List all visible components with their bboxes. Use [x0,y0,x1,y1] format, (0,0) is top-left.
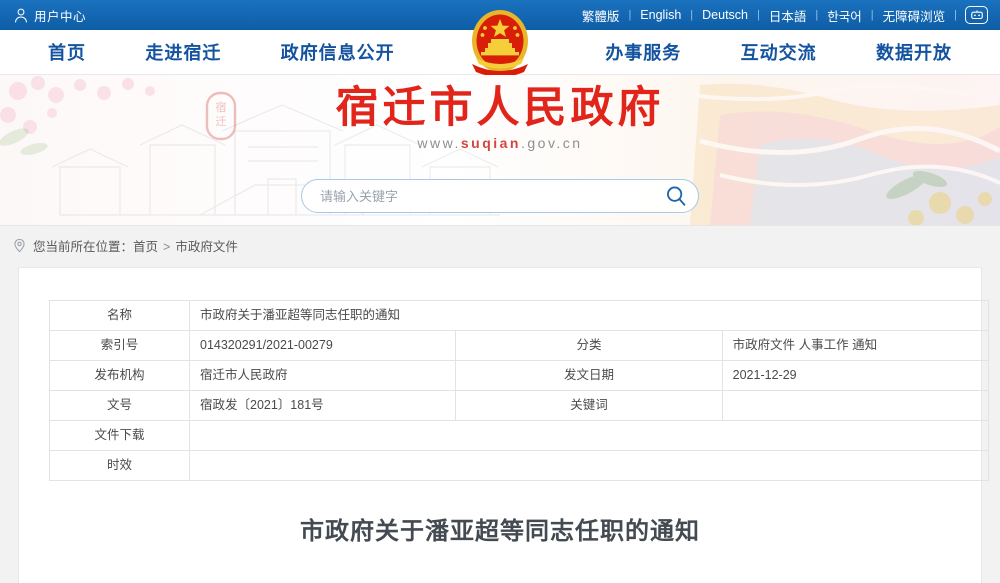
meta-label-document-number: 文号 [49,390,190,421]
table-row: 时效 [49,450,989,481]
robot-assistant-button[interactable] [965,6,988,24]
search-input[interactable] [302,188,654,204]
main-navigation: 首页 走进宿迁 政府信息公开 办事服务 互动交流 数据开放 [0,10,1000,77]
breadcrumb-item-city-gov-docs[interactable]: 市政府文件 [175,240,238,254]
breadcrumb-item-home[interactable]: 首页 [133,240,158,254]
banner-title-block: 宿迁市人民政府 www.suqian.gov.cn [0,83,1000,151]
site-url: www.suqian.gov.cn [0,135,1000,151]
meta-value-issue-date: 2021-12-29 [721,360,990,391]
breadcrumb-text: 您当前所在位置：首页 > 市政府文件 [33,236,238,255]
site-title: 宿迁市人民政府 [335,83,665,133]
meta-value-file-download[interactable] [189,420,989,451]
breadcrumb: 您当前所在位置：首页 > 市政府文件 [0,225,1000,265]
breadcrumb-separator: > [163,240,171,254]
nav-item-open-data[interactable]: 数据开放 [876,39,952,65]
search-box[interactable] [301,179,699,213]
lang-link-korean[interactable]: 한국어 [818,6,871,25]
person-icon [15,8,27,22]
lang-link-english[interactable]: English [631,8,690,22]
top-utility-bar: 用户中心 繁體版 | English | Deutsch | 日本語 | 한국어… [0,0,1000,30]
table-row: 名称 市政府关于潘亚超等同志任职的通知 [49,300,989,331]
site-banner: 宿 迁 宿迁市人民政府 www.suqian.gov.cn [0,75,1000,225]
lang-link-japanese[interactable]: 日本語 [760,6,816,25]
table-row: 索引号 014320291/2021-00279 分类 市政府文件 人事工作 通… [49,330,990,361]
meta-value-keywords [721,390,990,421]
table-row: 发布机构 宿迁市人民政府 发文日期 2021-12-29 [49,360,990,391]
meta-value-category: 市政府文件 人事工作 通知 [721,330,990,361]
search-button[interactable] [654,180,698,212]
meta-value-issuing-agency: 宿迁市人民政府 [188,360,457,391]
lang-link-traditional[interactable]: 繁體版 [573,6,629,25]
nav-item-about-suqian[interactable]: 走进宿迁 [145,39,221,65]
meta-label-validity: 时效 [49,450,190,481]
document-metadata-table: 名称 市政府关于潘亚超等同志任职的通知 索引号 014320291/2021-0… [49,300,990,481]
site-url-suffix: .gov.cn [520,135,583,152]
accessibility-browse-link[interactable]: 无障碍浏览 [874,6,955,25]
meta-value-name: 市政府关于潘亚超等同志任职的通知 [189,300,989,331]
meta-label-name: 名称 [49,300,190,331]
meta-value-index-number: 014320291/2021-00279 [188,330,457,361]
breadcrumb-prefix: 您当前所在位置： [33,240,134,254]
meta-value-document-number: 宿政发〔2021〕181号 [188,390,457,421]
table-row: 文件下载 [49,420,989,451]
lang-separator: | [954,9,957,21]
meta-value-validity [189,450,989,481]
meta-label-issuing-agency: 发布机构 [49,360,190,391]
location-pin-icon [14,238,25,253]
document-content-card: 名称 市政府关于潘亚超等同志任职的通知 索引号 014320291/2021-0… [18,267,990,583]
meta-label-index-number: 索引号 [49,330,190,361]
user-center-link[interactable]: 用户中心 [14,6,86,25]
nav-item-interaction[interactable]: 互动交流 [741,39,817,65]
meta-label-category: 分类 [455,330,723,361]
site-url-brand: suqian [460,135,521,152]
nav-item-home[interactable]: 首页 [48,39,86,65]
user-center-label: 用户中心 [34,9,87,24]
robot-icon [970,10,983,20]
language-links: 繁體版 | English | Deutsch | 日本語 | 한국어 | 无障… [573,0,988,30]
nav-item-gov-info-disclosure[interactable]: 政府信息公开 [281,39,395,65]
meta-label-file-download: 文件下载 [49,420,190,451]
nav-item-services[interactable]: 办事服务 [605,39,681,65]
meta-label-issue-date: 发文日期 [455,360,723,391]
search-icon [667,186,686,206]
lang-link-deutsch[interactable]: Deutsch [693,8,757,22]
document-title: 市政府关于潘亚超等同志任职的通知 [300,517,700,545]
meta-label-keywords: 关键词 [455,390,723,421]
table-row: 文号 宿政发〔2021〕181号 关键词 [49,390,990,421]
site-url-prefix: www. [417,135,461,152]
